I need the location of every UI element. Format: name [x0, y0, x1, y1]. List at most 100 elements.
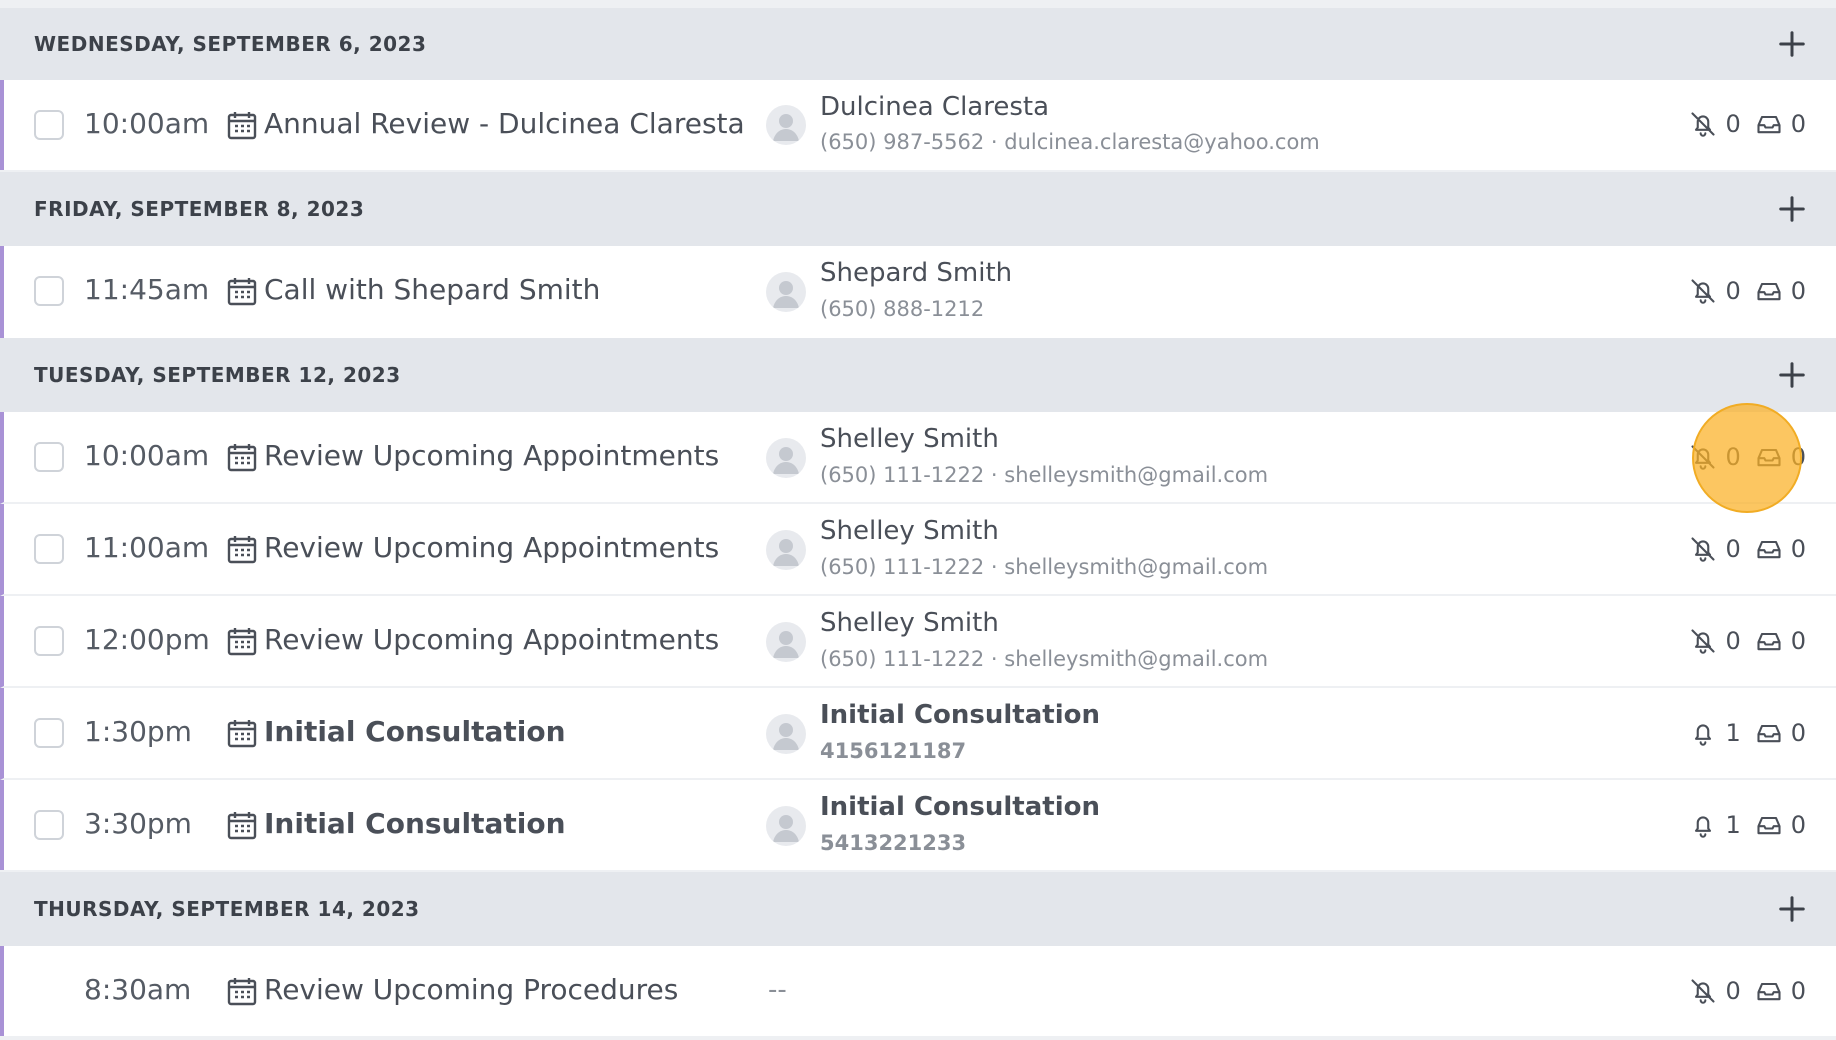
contact-details: (650) 888-1212: [820, 297, 985, 321]
contact-name[interactable]: Shelley Smith: [820, 608, 999, 638]
inbox-icon: [1757, 115, 1781, 134]
reminders-count[interactable]: 0: [1689, 277, 1741, 305]
avatar: [766, 438, 806, 478]
date-group-header: FRIDAY, SEPTEMBER 8, 2023: [0, 172, 1836, 246]
contact-details: (650) 987-5562 · dulcinea.claresta@yahoo…: [820, 130, 1320, 154]
messages-count[interactable]: 0: [1755, 110, 1806, 138]
contact-name[interactable]: Dulcinea Claresta: [820, 92, 1049, 122]
add-event-button[interactable]: [1772, 355, 1812, 395]
add-event-button[interactable]: [1772, 189, 1812, 229]
event-time: 1:30pm: [84, 715, 192, 748]
contact-details: 4156121187: [820, 739, 967, 763]
event-counts: 1 0: [1689, 811, 1806, 839]
bell-off-icon: [1691, 629, 1715, 654]
date-group-title: TUESDAY, SEPTEMBER 12, 2023: [34, 363, 401, 387]
event-row[interactable]: 10:00am Annual Review - Dulcinea Clarest…: [0, 80, 1836, 170]
messages-count[interactable]: 0: [1755, 811, 1806, 839]
reminders-value: 0: [1725, 110, 1741, 138]
messages-count[interactable]: 0: [1755, 535, 1806, 563]
reminders-count[interactable]: 1: [1689, 719, 1741, 747]
date-group-title: WEDNESDAY, SEPTEMBER 6, 2023: [34, 32, 427, 56]
event-row[interactable]: 12:00pm Review Upcoming Appointments She…: [0, 596, 1836, 688]
bell-icon: [1695, 816, 1712, 838]
reminders-value: 0: [1725, 535, 1741, 563]
event-title[interactable]: Review Upcoming Appointments: [264, 531, 719, 564]
messages-value: 0: [1790, 811, 1806, 839]
event-row[interactable]: 8:30am Review Upcoming Procedures -- 0 0: [0, 946, 1836, 1036]
event-row[interactable]: 11:00am Review Upcoming Appointments She…: [0, 504, 1836, 596]
contact-details: (650) 111-1222 · shelleysmith@gmail.com: [820, 555, 1269, 579]
contact-name[interactable]: Shelley Smith: [820, 424, 999, 454]
contact-details: (650) 111-1222 · shelleysmith@gmail.com: [820, 647, 1269, 671]
event-title[interactable]: Call with Shepard Smith: [264, 273, 600, 306]
event-checkbox[interactable]: [34, 276, 64, 306]
reminders-count[interactable]: 0: [1689, 443, 1741, 471]
event-time: 10:00am: [84, 439, 210, 472]
inbox-icon: [1757, 982, 1781, 1001]
bell-off-icon: [1691, 112, 1715, 137]
event-checkbox[interactable]: [34, 718, 64, 748]
reminders-value: 0: [1725, 627, 1741, 655]
reminders-count[interactable]: 0: [1689, 977, 1741, 1005]
avatar: [766, 105, 806, 145]
avatar: [766, 622, 806, 662]
contact-name[interactable]: Initial Consultation: [820, 792, 1100, 822]
event-counts: 0 0: [1689, 277, 1806, 305]
messages-count[interactable]: 0: [1755, 977, 1806, 1005]
messages-count[interactable]: 0: [1755, 443, 1806, 471]
bell-off-icon: [1691, 445, 1715, 470]
event-checkbox[interactable]: [34, 810, 64, 840]
event-title[interactable]: Annual Review - Dulcinea Claresta: [264, 107, 745, 140]
messages-count[interactable]: 0: [1755, 719, 1806, 747]
date-group-title: THURSDAY, SEPTEMBER 14, 2023: [34, 897, 420, 921]
plus-icon: [1779, 31, 1805, 57]
calendar-icon: [227, 812, 257, 840]
avatar: [766, 272, 806, 312]
reminders-count[interactable]: 0: [1689, 535, 1741, 563]
messages-count[interactable]: 0: [1755, 277, 1806, 305]
event-checkbox[interactable]: [34, 534, 64, 564]
calendar-icon: [227, 628, 257, 656]
contact-details: (650) 111-1222 · shelleysmith@gmail.com: [820, 463, 1269, 487]
contact-name[interactable]: Shelley Smith: [820, 516, 999, 546]
event-title[interactable]: Review Upcoming Appointments: [264, 439, 719, 472]
contact-name[interactable]: Initial Consultation: [820, 700, 1100, 730]
event-checkbox[interactable]: [34, 442, 64, 472]
event-title[interactable]: Review Upcoming Procedures: [264, 973, 678, 1006]
reminders-count[interactable]: 1: [1689, 811, 1741, 839]
event-time: 12:00pm: [84, 623, 210, 656]
messages-count[interactable]: 0: [1755, 627, 1806, 655]
messages-value: 0: [1790, 719, 1806, 747]
no-contact-placeholder: --: [768, 975, 787, 1005]
inbox-icon: [1757, 282, 1781, 301]
event-counts: 0 0: [1689, 627, 1806, 655]
event-checkbox[interactable]: [34, 110, 64, 140]
messages-value: 0: [1790, 277, 1806, 305]
calendar-icon: [227, 978, 257, 1006]
reminders-count[interactable]: 0: [1689, 627, 1741, 655]
plus-icon: [1779, 196, 1805, 222]
event-row[interactable]: 10:00am Review Upcoming Appointments She…: [0, 412, 1836, 504]
bell-off-icon: [1691, 279, 1715, 304]
add-event-button[interactable]: [1772, 24, 1812, 64]
event-row[interactable]: 1:30pm Initial Consultation Initial Cons…: [0, 688, 1836, 780]
event-row[interactable]: 3:30pm Initial Consultation Initial Cons…: [0, 780, 1836, 870]
reminders-count[interactable]: 0: [1689, 110, 1741, 138]
event-counts: 1 0: [1689, 719, 1806, 747]
event-title[interactable]: Review Upcoming Appointments: [264, 623, 719, 656]
reminders-value: 0: [1725, 277, 1741, 305]
event-checkbox[interactable]: [34, 626, 64, 656]
event-row[interactable]: 11:45am Call with Shepard Smith Shepard …: [0, 246, 1836, 338]
event-title[interactable]: Initial Consultation: [264, 807, 566, 840]
event-counts: 0 0: [1689, 977, 1806, 1005]
reminders-value: 0: [1725, 977, 1741, 1005]
add-event-button[interactable]: [1772, 889, 1812, 929]
date-group-header: WEDNESDAY, SEPTEMBER 6, 2023: [0, 8, 1836, 80]
messages-value: 0: [1790, 110, 1806, 138]
calendar-icon: [227, 444, 257, 472]
event-title[interactable]: Initial Consultation: [264, 715, 566, 748]
event-time: 11:00am: [84, 531, 210, 564]
event-time: 3:30pm: [84, 807, 192, 840]
contact-name[interactable]: Shepard Smith: [820, 258, 1012, 288]
plus-icon: [1779, 362, 1805, 388]
